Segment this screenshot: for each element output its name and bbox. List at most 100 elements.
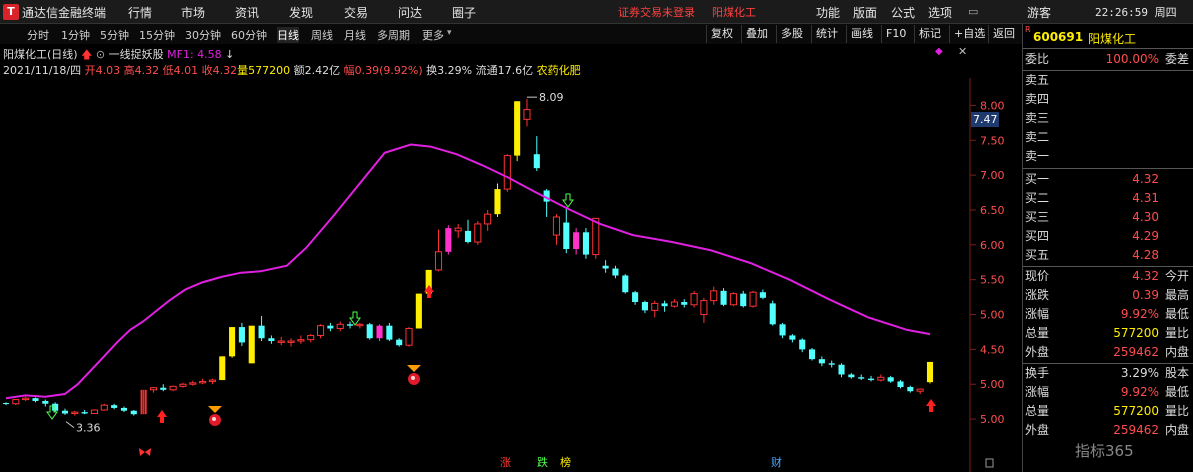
chevron-down-icon[interactable]: ▾ (447, 28, 452, 38)
candle-body (366, 324, 373, 339)
sell5-row[interactable]: 卖五 (1025, 71, 1191, 90)
menu-news[interactable]: 资讯 (235, 4, 259, 21)
btn-adjust[interactable]: 复权 (706, 25, 737, 43)
candle-body (720, 290, 727, 305)
period-daily[interactable]: 日线 (277, 27, 299, 43)
candle-body (317, 325, 325, 336)
candle-body (71, 411, 79, 415)
period-5min[interactable]: 5分钟 (100, 27, 129, 43)
period-weekly[interactable]: 周线 (311, 27, 333, 43)
candle-body (533, 154, 540, 169)
menu-trade[interactable]: 交易 (344, 4, 368, 21)
menu-market[interactable]: 市场 (181, 4, 205, 21)
high-label: 8.09 (539, 91, 564, 104)
sell4-row[interactable]: 卖四 (1025, 90, 1191, 109)
period-more[interactable]: 更多 (422, 27, 444, 43)
stat-label: 外盘 (1025, 345, 1050, 359)
y-tick-label: 6.00 (980, 239, 1005, 252)
stat-label2: 最高 (1164, 288, 1189, 302)
sell2-row[interactable]: 卖二 (1025, 128, 1191, 147)
menu-formula[interactable]: 公式 (891, 4, 915, 21)
marker-up[interactable]: 涨 (500, 456, 511, 469)
btn-stats[interactable]: 统计 (811, 25, 842, 43)
sell3-row[interactable]: 卖三 (1025, 109, 1191, 128)
y-tick-label: 8.00 (980, 99, 1005, 112)
stat-label: 涨幅 (1025, 385, 1050, 399)
candle-body (61, 410, 69, 414)
info-vol: 577200 (248, 64, 291, 77)
candle-body (563, 222, 570, 250)
stock-name: 阳煤化工 (1088, 32, 1137, 46)
candle-body (238, 327, 245, 343)
candle-body (327, 325, 334, 329)
marker-down[interactable]: 跌 (537, 455, 548, 469)
candle-body (514, 101, 521, 156)
indicator-name[interactable]: 一线捉妖股 (109, 48, 164, 61)
period-monthly[interactable]: 月线 (344, 27, 366, 43)
btn-mark[interactable]: 标记 (914, 25, 945, 43)
period-tick[interactable]: 分时 (27, 27, 49, 43)
y-tick-label: 5.00 (980, 309, 1005, 322)
close-icon[interactable]: ✕ (958, 45, 967, 58)
candle-body (169, 385, 177, 391)
buy5-row[interactable]: 买五 4.28 (1025, 246, 1191, 265)
marker-finance[interactable]: 财 (771, 455, 782, 469)
btn-draw[interactable]: 画线 (846, 25, 877, 43)
candle-body (729, 293, 737, 306)
menu-circle[interactable]: 圈子 (452, 4, 476, 21)
candle-body (474, 223, 482, 243)
buy5-label: 买五 (1025, 248, 1050, 262)
menu-options[interactable]: 选项 (928, 4, 952, 21)
btn-back[interactable]: 返回 (988, 25, 1019, 43)
buy2-price: 4.31 (1132, 191, 1159, 205)
buy4-label: 买四 (1025, 229, 1050, 243)
menu-layout[interactable]: 版面 (853, 4, 877, 21)
buy2-row[interactable]: 买二 4.31 (1025, 189, 1191, 208)
candle-body (179, 383, 187, 387)
btn-f10[interactable]: F10 (881, 25, 910, 43)
sell5-label: 卖五 (1025, 73, 1050, 87)
buy3-row[interactable]: 买三 4.30 (1025, 208, 1191, 227)
candle-body (81, 412, 88, 414)
candle-body (779, 324, 786, 336)
stat-row: 外盘 259462 内盘 (1025, 421, 1191, 440)
minimize-icon[interactable]: ▭ (968, 5, 978, 18)
period-15min[interactable]: 15分钟 (139, 27, 175, 43)
sell1-row[interactable]: 卖一 (1025, 147, 1191, 166)
sell2-label: 卖二 (1025, 130, 1050, 144)
weibi-label: 委比 (1025, 52, 1050, 66)
menu-ask[interactable]: 问达 (398, 4, 422, 21)
app-logo-icon: T (3, 4, 19, 20)
buy1-row[interactable]: 买一 4.32 (1025, 170, 1191, 189)
menu-quotes[interactable]: 行情 (128, 4, 152, 21)
menu-discover[interactable]: 发现 (289, 4, 313, 21)
diamond-icon[interactable]: ◆ (935, 46, 943, 57)
candle-body (828, 363, 835, 365)
period-multi[interactable]: 多周期 (377, 27, 410, 43)
period-30min[interactable]: 30分钟 (185, 27, 221, 43)
candle-body (32, 398, 39, 401)
buy3-price: 4.30 (1132, 210, 1159, 224)
period-1min[interactable]: 1分钟 (61, 27, 90, 43)
marker-rank[interactable]: 榜 (560, 455, 571, 469)
buy4-row[interactable]: 买四 4.29 (1025, 227, 1191, 246)
login-notice[interactable]: 证券交易未登录 (618, 4, 695, 20)
candle-body (130, 410, 137, 415)
kline-chart[interactable]: 8.00 7.50 7.00 6.50 6.00 5.50 5.00 4.50 5.00 5.00… (0, 78, 1022, 472)
candle-body (897, 381, 904, 388)
btn-multi-stock[interactable]: 多股 (776, 25, 807, 43)
buy3-label: 买三 (1025, 210, 1050, 224)
guest-user[interactable]: 游客 (1027, 4, 1051, 21)
candle-body (661, 303, 668, 307)
menu-function[interactable]: 功能 (816, 4, 840, 21)
candle-body (336, 323, 344, 329)
sell3-label: 卖三 (1025, 111, 1050, 125)
period-60min[interactable]: 60分钟 (231, 27, 267, 43)
btn-overlay[interactable]: 叠加 (741, 25, 772, 43)
stat-row: 总量 577200 量比 (1025, 402, 1191, 421)
arrow-down-icon (349, 311, 361, 326)
indicator-toggle-icon[interactable]: ⊙ (96, 48, 105, 61)
btn-add-watch[interactable]: +自选 (949, 25, 989, 43)
candle-body (189, 382, 197, 385)
info-sector: 农药化肥 (536, 64, 581, 77)
